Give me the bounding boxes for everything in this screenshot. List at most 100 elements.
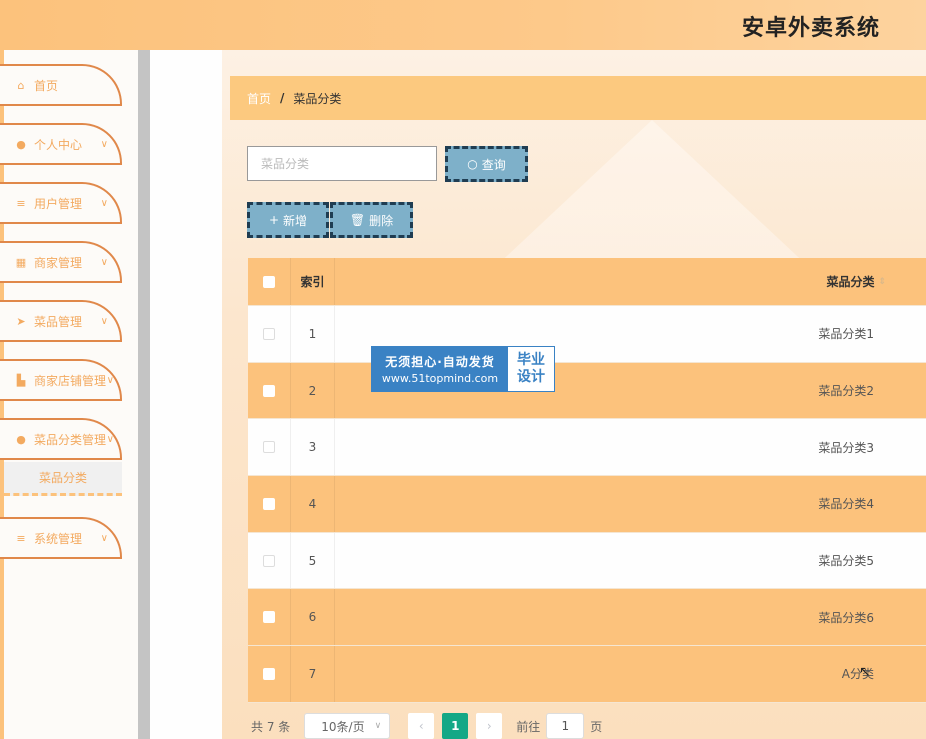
row-check-cell: [248, 476, 291, 532]
watermark-badge-line1: 毕业: [517, 352, 545, 368]
row-index: 7: [291, 646, 335, 702]
chevron-down-icon: ∨: [100, 256, 108, 268]
sidebar-item-dishes[interactable]: ➤ 菜品管理 ∨: [0, 300, 122, 342]
page-size-select[interactable]: 10条/页 ∨: [304, 713, 391, 739]
column-header-name[interactable]: 菜品分类 ⇕: [335, 258, 926, 305]
table-row[interactable]: 4 菜品分类4: [248, 476, 926, 533]
search-button-label: 查询: [481, 157, 506, 172]
page-number-current[interactable]: 1: [442, 713, 469, 739]
table-row[interactable]: 5 菜品分类5: [248, 532, 926, 590]
table-row[interactable]: 2 菜品分类2: [248, 362, 926, 420]
row-index: 1: [291, 306, 335, 362]
list-icon: ≡: [16, 531, 26, 545]
sidebar-scrollbar[interactable]: [138, 50, 150, 739]
search-input[interactable]: [247, 146, 437, 181]
location-icon: ●: [16, 432, 26, 446]
delete-button[interactable]: 🗑 删除: [330, 202, 413, 238]
chevron-down-icon: ∨: [100, 532, 108, 544]
breadcrumb-separator: /: [280, 91, 285, 105]
prev-page-button[interactable]: ‹: [408, 713, 435, 739]
chevron-down-icon: ∨: [374, 721, 382, 731]
row-checkbox[interactable]: [263, 384, 275, 397]
row-check-cell: [248, 589, 291, 646]
sidebar-item-label: 商家店铺管理: [34, 373, 107, 388]
row-name: A分类: [841, 667, 874, 682]
row-name: 菜品分类6: [818, 610, 874, 625]
plus-icon: +: [268, 213, 280, 227]
row-checkbox[interactable]: [263, 611, 275, 624]
table-row[interactable]: 3 菜品分类3: [248, 419, 926, 477]
sidebar-item-users[interactable]: ≡ 用户管理 ∨: [0, 182, 122, 224]
row-name: 菜品分类4: [818, 497, 874, 512]
sidebar: ⌂ 首页 ● 个人中心 ∨ ≡ 用户管理 ∨ ▦ 商家管理 ∨ ➤ 菜品管理 ∨…: [0, 50, 138, 739]
background-decoration: [492, 120, 812, 270]
row-index: 5: [291, 532, 335, 589]
chevron-down-icon: ∨: [100, 197, 108, 209]
table-row[interactable]: 7 A分类: [248, 646, 926, 703]
table-row[interactable]: 6 菜品分类6: [248, 589, 926, 647]
row-checkbox[interactable]: [263, 667, 275, 680]
sidebar-item-label: 商家管理: [34, 255, 83, 270]
add-button[interactable]: + 新增: [247, 202, 329, 238]
shop-icon: ▙: [16, 373, 26, 387]
watermark-badge-line2: 设计: [517, 369, 545, 385]
search-icon: ○: [467, 157, 478, 171]
page-size-value: 10条/页: [321, 719, 365, 734]
sidebar-subitem-label: 菜品分类: [38, 471, 87, 485]
next-page-button[interactable]: ›: [476, 713, 503, 739]
row-index: 6: [291, 589, 335, 646]
send-icon: ➤: [16, 314, 26, 328]
grid-icon: ▦: [15, 255, 27, 269]
main-content: 首页 / 菜品分类 ○ 查询 + 新增 🗑 删除 索引 菜品分类 ⇕ 1 菜品分…: [222, 50, 926, 739]
sidebar-subitem-dish-category[interactable]: 菜品分类: [4, 462, 122, 496]
row-checkbox[interactable]: [263, 497, 275, 510]
sidebar-item-home[interactable]: ⌂ 首页: [0, 64, 122, 106]
add-button-label: 新增: [283, 213, 308, 228]
mouse-cursor-icon: ↖: [859, 664, 871, 680]
user-icon: ●: [16, 137, 26, 151]
row-check-cell: [248, 532, 291, 589]
row-check-cell: [248, 362, 291, 419]
row-index: 3: [291, 419, 335, 476]
watermark-badge-text: 毕业 设计: [508, 347, 554, 391]
row-checkbox[interactable]: [263, 441, 275, 454]
sidebar-item-label: 系统管理: [34, 531, 83, 546]
sidebar-item-shops[interactable]: ▙ 商家店铺管理 ∨: [0, 359, 122, 401]
trash-icon: 🗑: [349, 213, 366, 227]
select-all-cell: [248, 258, 291, 305]
row-checkbox[interactable]: [263, 327, 275, 340]
row-check-cell: [248, 306, 291, 362]
select-all-checkbox[interactable]: [263, 275, 275, 288]
row-index: 2: [291, 362, 335, 419]
row-name: 菜品分类3: [818, 440, 874, 455]
table-header-row: 索引 菜品分类 ⇕: [248, 258, 926, 306]
goto-page-input[interactable]: [546, 713, 585, 739]
chevron-down-icon: ∨: [100, 315, 108, 327]
pagination-total: 共 7 条: [251, 719, 291, 734]
breadcrumb-home[interactable]: 首页: [247, 90, 271, 107]
pagination: 共 7 条 10条/页 ∨ ‹ 1 › 前往 页: [248, 712, 926, 739]
sort-icon[interactable]: ⇕: [878, 277, 886, 287]
column-header-name-label: 菜品分类: [826, 275, 875, 289]
sidebar-item-label: 首页: [34, 78, 59, 93]
search-button[interactable]: ○ 查询: [445, 146, 528, 182]
category-table: 索引 菜品分类 ⇕ 1 菜品分类1 2 菜品分类2 3 菜品分类3 4 菜品分类…: [248, 258, 926, 703]
goto-label: 前往: [516, 719, 541, 734]
sidebar-item-profile[interactable]: ● 个人中心 ∨: [0, 123, 122, 165]
watermark-text: 无须担心·自动发货 www.51topmind.com: [372, 347, 508, 391]
chevron-down-icon: ∨: [100, 138, 108, 150]
top-header: 安卓外卖系统: [0, 0, 926, 50]
sidebar-item-merchants[interactable]: ▦ 商家管理 ∨: [0, 241, 122, 283]
sidebar-item-system[interactable]: ≡ 系统管理 ∨: [0, 517, 122, 559]
row-checkbox[interactable]: [263, 554, 275, 567]
sidebar-item-label: 菜品管理: [34, 314, 83, 329]
sidebar-item-label: 菜品分类管理: [34, 432, 107, 447]
table-row[interactable]: 1 菜品分类1: [248, 306, 926, 363]
sidebar-item-label: 用户管理: [34, 196, 83, 211]
row-name: 菜品分类5: [818, 554, 874, 569]
chevron-down-icon: ∨: [106, 433, 114, 445]
home-icon: ⌂: [17, 78, 25, 92]
breadcrumb: 首页 / 菜品分类: [230, 76, 926, 120]
sidebar-item-dish-categories[interactable]: ● 菜品分类管理 ∨: [0, 418, 122, 460]
sidebar-item-label: 个人中心: [34, 137, 83, 152]
